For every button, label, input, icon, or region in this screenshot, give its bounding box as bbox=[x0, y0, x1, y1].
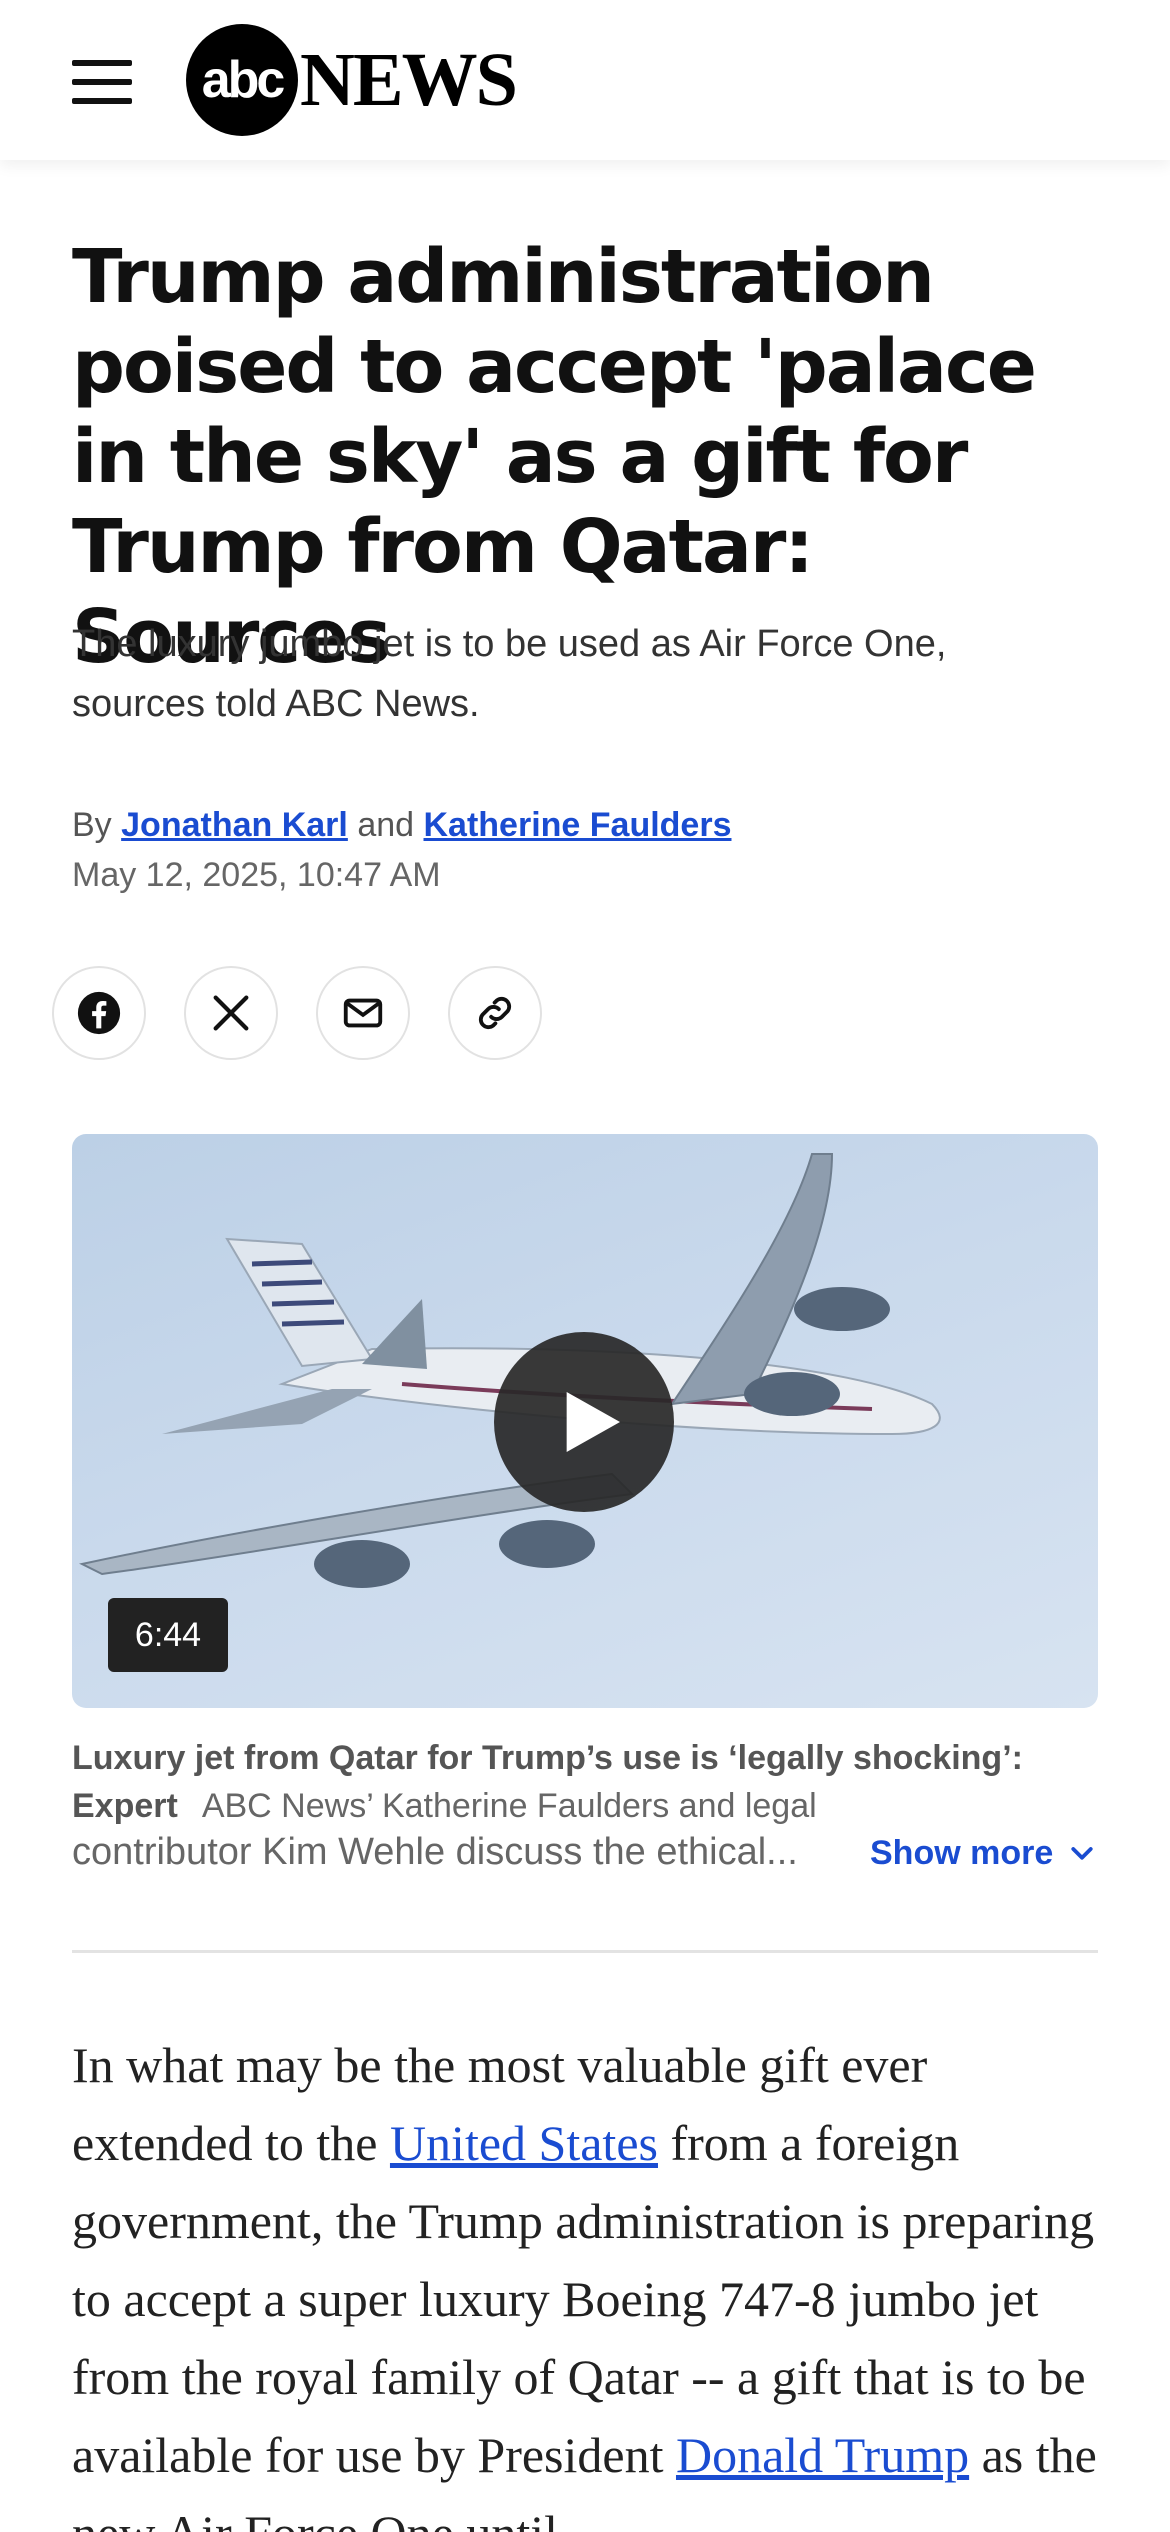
video-player[interactable]: 6:44 bbox=[72, 1134, 1098, 1708]
logo-abc-circle: abc bbox=[186, 24, 298, 136]
author-link-jonathan-karl[interactable]: Jonathan Karl bbox=[121, 806, 348, 844]
video-caption-desc-part2: contributor Kim Wehle discuss the ethica… bbox=[72, 1831, 798, 1873]
link-icon bbox=[478, 996, 512, 1030]
share-link-button[interactable] bbox=[448, 966, 542, 1060]
hamburger-menu-icon[interactable] bbox=[72, 60, 132, 104]
section-divider bbox=[72, 1950, 1098, 1953]
share-email-button[interactable] bbox=[316, 966, 410, 1060]
email-icon bbox=[343, 998, 383, 1028]
abc-news-logo[interactable]: abc NEWS bbox=[186, 24, 518, 136]
byline-and: and bbox=[357, 806, 415, 844]
share-x-button[interactable] bbox=[184, 966, 278, 1060]
link-united-states[interactable]: United States bbox=[390, 2115, 658, 2171]
link-donald-trump[interactable]: Donald Trump bbox=[676, 2427, 969, 2483]
article-subhead: The luxury jumbo jet is to be used as Ai… bbox=[72, 623, 947, 725]
facebook-icon bbox=[77, 991, 121, 1035]
x-icon bbox=[213, 995, 249, 1031]
show-more-label: Show more bbox=[870, 1834, 1054, 1872]
byline: By Jonathan Karl and Katherine Faulders bbox=[72, 800, 731, 850]
share-facebook-button[interactable] bbox=[52, 966, 146, 1060]
author-link-katherine-faulders[interactable]: Katherine Faulders bbox=[424, 806, 732, 844]
video-caption: Luxury jet from Qatar for Trump’s use is… bbox=[72, 1734, 1072, 1830]
play-button[interactable] bbox=[494, 1332, 674, 1512]
site-header: abc NEWS bbox=[0, 0, 1170, 160]
video-caption-desc-part1: ABC News’ Katherine Faulders and legal bbox=[201, 1787, 817, 1825]
play-icon bbox=[566, 1392, 620, 1452]
logo-news-text: NEWS bbox=[300, 38, 518, 122]
byline-prefix: By bbox=[72, 806, 112, 844]
show-more-button[interactable]: Show more bbox=[870, 1834, 1097, 1873]
video-duration-badge: 6:44 bbox=[108, 1598, 228, 1672]
publish-date: May 12, 2025, 10:47 AM bbox=[72, 856, 441, 894]
chevron-down-icon bbox=[1071, 1846, 1093, 1860]
article-paragraph: In what may be the most valuable gift ev… bbox=[72, 2026, 1102, 2532]
